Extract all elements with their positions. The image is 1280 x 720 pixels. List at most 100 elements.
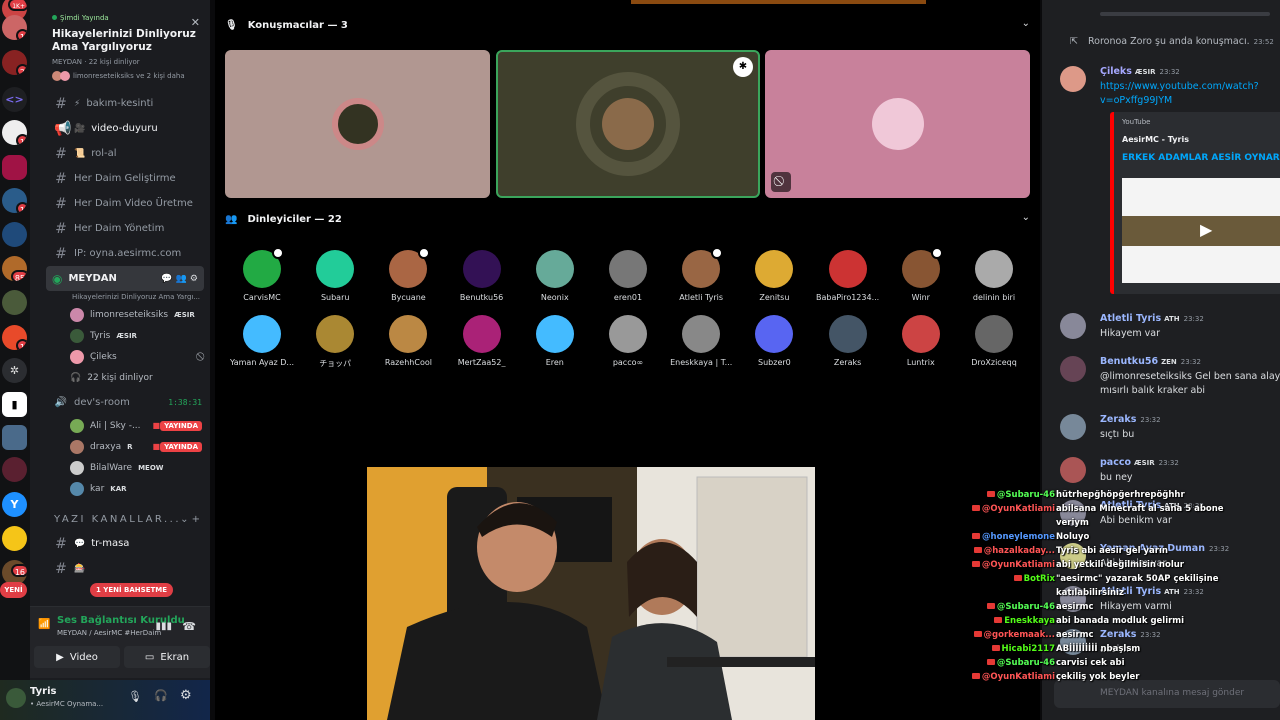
new-servers-pill[interactable]: YENİ <box>0 582 27 598</box>
listener[interactable]: DroXziceqq <box>957 315 1031 367</box>
avatar <box>755 250 794 288</box>
listener[interactable]: MertZaa52_ <box>445 315 519 367</box>
channel-item[interactable]: 📢 🎥 video-duyuru <box>30 116 210 141</box>
listener[interactable]: CarvisMC <box>225 247 299 302</box>
avatar[interactable] <box>1060 457 1086 483</box>
speaker-tile[interactable] <box>225 50 490 198</box>
channel-item[interactable]: # Her Daim Geliştirme <box>30 166 210 191</box>
channel-item[interactable]: # ⚡ bakım-kesinti <box>30 91 210 116</box>
channel-item[interactable]: # IP: oyna.aesirmc.com <box>30 241 210 266</box>
message-author[interactable]: pacco <box>1100 457 1131 468</box>
code-server-icon[interactable]: <> <box>2 87 27 112</box>
avatar[interactable] <box>1060 414 1086 440</box>
speakers-header[interactable]: 🎙 Konuşmacılar — 3 <box>225 15 348 35</box>
avatar[interactable] <box>1060 356 1086 382</box>
listener[interactable]: Eneskkaya | T... <box>664 315 738 367</box>
server-icon[interactable] <box>2 457 27 482</box>
listener[interactable]: eren01 <box>591 250 665 302</box>
listener[interactable]: pacco∞ <box>591 315 665 367</box>
server-icon[interactable]: Y <box>2 492 27 517</box>
server-icon[interactable]: 1 <box>2 120 27 145</box>
play-icon[interactable]: ▶ <box>1200 220 1212 239</box>
settings-icon[interactable]: ⚙ <box>180 688 192 703</box>
message-author[interactable]: Atletli Tyris <box>1100 313 1161 324</box>
message-author[interactable]: Çileks <box>1100 66 1132 77</box>
listener[interactable]: Winr <box>884 247 958 302</box>
embed-title[interactable]: ERKEK ADAMLAR AESİR OYNAR !kick <box>1122 153 1280 163</box>
channel-item[interactable]: # Her Daim Video Üretme <box>30 191 210 216</box>
youtube-embed[interactable]: YouTube AesirMC - Tyris ERKEK ADAMLAR AE… <box>1110 112 1280 294</box>
listener[interactable]: RazehhCool <box>371 315 445 367</box>
listener[interactable]: Atletli Tyris <box>664 247 738 302</box>
new-bet-pill[interactable]: 1 YENİ BAHSETME <box>90 583 174 597</box>
noise-suppression-icon[interactable]: ▮▮▮ <box>155 621 172 632</box>
message-author[interactable]: Benutku56 <box>1100 356 1158 367</box>
voice-channel-devs-room[interactable]: 🔊 dev's-room 1:38:31 <box>30 390 210 415</box>
user-status: • AesirMC Oynama... <box>30 700 104 708</box>
listener[interactable]: Subaru <box>298 250 372 302</box>
server-icon[interactable] <box>2 222 27 247</box>
live-event-card[interactable]: Şimdi Yayında Hikayelerinizi Dinliyoruz … <box>30 0 210 87</box>
server-icon[interactable]: 2 <box>2 50 27 75</box>
overlay-message: ABİİİİİİİİİ nbaşlsm <box>1056 644 1141 654</box>
embed-author[interactable]: AesirMC - Tyris <box>1122 135 1189 144</box>
server-icon[interactable] <box>2 290 27 315</box>
overlay-user-name: @OyunKatliami <box>981 504 1055 514</box>
hash-icon: # <box>55 145 67 162</box>
listener[interactable]: Subzer0 <box>737 315 811 367</box>
channel-item[interactable]: # Her Daim Yönetim <box>30 216 210 241</box>
listener[interactable]: Benutku56 <box>445 250 519 302</box>
voice-user[interactable]: Ali | Sky -... YAYINDA ■ <box>30 415 210 436</box>
listener[interactable]: delinin biri <box>957 250 1031 302</box>
stage-channel-meydan[interactable]: ◉ MEYDAN 💬 👥 ⚙ <box>46 266 204 291</box>
message-author[interactable]: Zeraks <box>1100 414 1136 425</box>
embed-thumbnail[interactable]: ▶ <box>1122 178 1280 283</box>
voice-user[interactable]: Çileks⃠ <box>30 346 210 367</box>
channel-item[interactable]: # 🎰 <box>30 556 210 581</box>
speaker-tile-active[interactable]: ✱ <box>496 50 760 198</box>
channel-item[interactable]: # 💬 tr-masa <box>30 531 210 556</box>
server-icon[interactable]: ▮ <box>2 392 27 417</box>
listener[interactable]: Zenitsu <box>737 250 811 302</box>
avatar[interactable] <box>1060 313 1086 339</box>
disconnect-icon[interactable]: ☎ <box>182 620 196 633</box>
voice-user[interactable]: Tyris ÆSIR <box>30 325 210 346</box>
text-channels-category[interactable]: YAZI KANALLAR... ⌄ + <box>30 507 210 531</box>
network-server-icon[interactable]: ✲ <box>2 358 27 383</box>
voice-user[interactable]: BilalWare MEOW <box>30 457 210 478</box>
mic-icon[interactable]: 🎙 <box>128 690 142 703</box>
close-icon[interactable]: ✕ <box>191 16 200 29</box>
channel-emoji: 🎥 <box>74 123 86 134</box>
listener-count[interactable]: 🎧 22 kişi dinliyor <box>30 367 210 388</box>
listener[interactable]: Luntrix <box>884 315 958 367</box>
voice-user[interactable]: limonreseteiksiks ÆSIR <box>30 304 210 325</box>
server-icon[interactable] <box>2 425 27 450</box>
listener[interactable]: Yaman Ayaz D... <box>225 315 299 367</box>
avatar[interactable] <box>6 688 26 708</box>
listener[interactable]: Zeraks <box>811 315 885 367</box>
video-button[interactable]: ▶ Video <box>34 646 120 668</box>
listener[interactable]: チョッパ <box>298 315 372 369</box>
server-icon[interactable]: 1 <box>2 15 27 40</box>
channel-name: rol-al <box>91 148 117 159</box>
listener[interactable]: BabaPiro1234... <box>811 250 885 302</box>
chevron-down-icon[interactable]: ⌄ <box>1022 212 1030 223</box>
channel-item[interactable]: # 📜 rol-al <box>30 141 210 166</box>
server-icon[interactable] <box>2 155 27 180</box>
server-icon[interactable]: 1 <box>2 325 27 350</box>
user-name[interactable]: Tyris <box>30 686 56 697</box>
listener[interactable]: Eren <box>518 315 592 367</box>
listener[interactable]: Neonix <box>518 250 592 302</box>
listener[interactable]: Bycuane <box>371 247 445 302</box>
headphones-icon[interactable]: 🎧 <box>154 689 168 702</box>
screen-share-button[interactable]: ▭ Ekran <box>124 646 210 668</box>
server-icon[interactable]: 85 <box>2 256 27 281</box>
server-icon[interactable] <box>2 526 27 551</box>
speaker-tile[interactable]: ⃠ <box>765 50 1030 198</box>
voice-user[interactable]: kar KAR <box>30 478 210 499</box>
server-icon[interactable]: 1 <box>2 188 27 213</box>
avatar[interactable] <box>1060 66 1086 92</box>
voice-user[interactable]: draxya R YAYINDA ■ <box>30 436 210 457</box>
listeners-header[interactable]: 👥 Dinleyiciler — 22 <box>225 209 342 229</box>
chevron-down-icon[interactable]: ⌄ <box>1022 18 1030 29</box>
